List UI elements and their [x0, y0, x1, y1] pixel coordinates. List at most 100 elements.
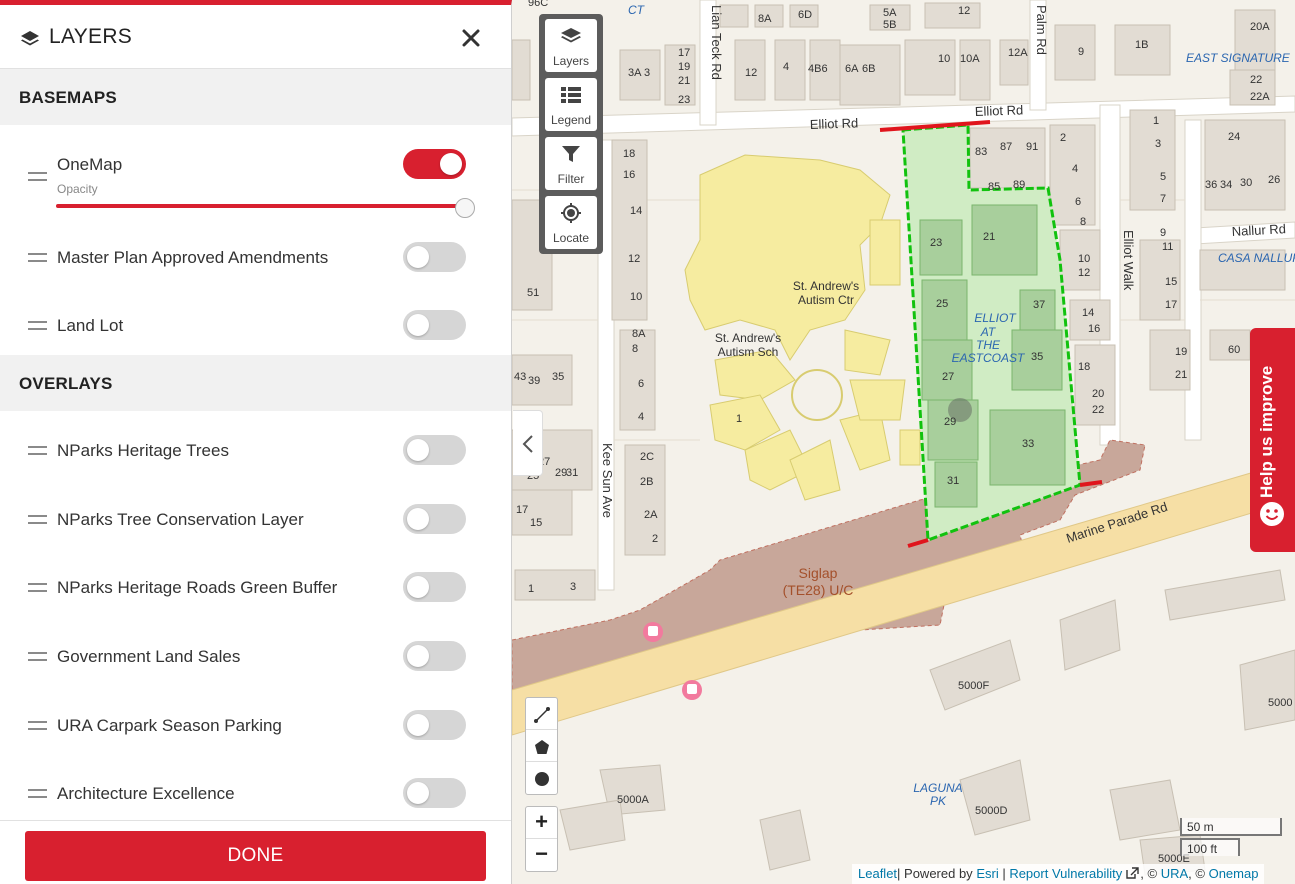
collapse-panel-button[interactable]: [513, 410, 543, 476]
panel-title: LAYERS: [49, 25, 133, 48]
drag-handle-icon[interactable]: [28, 652, 47, 661]
svg-text:6B: 6B: [862, 63, 875, 75]
filter-tool-button[interactable]: Filter: [545, 137, 597, 190]
svg-text:23: 23: [930, 237, 942, 249]
svg-text:8: 8: [1080, 216, 1086, 228]
basemap-row-master-plan: Master Plan Approved Amendments: [0, 227, 511, 287]
drag-handle-icon[interactable]: [28, 721, 47, 730]
zoom-out-button[interactable]: −: [526, 839, 557, 871]
attribution-text: | Powered by: [897, 866, 977, 881]
overlay-row-heritage-roads: NParks Heritage Roads Green Buffer: [0, 557, 511, 617]
attribution-separator: , ©: [1188, 866, 1209, 881]
drag-handle-icon[interactable]: [28, 515, 47, 524]
svg-text:12: 12: [1078, 267, 1090, 279]
svg-text:14: 14: [630, 205, 642, 217]
external-link-icon: [1126, 867, 1139, 879]
onemap-link[interactable]: Onemap: [1209, 866, 1259, 881]
svg-text:3: 3: [570, 581, 576, 593]
toggle-arch-excellence[interactable]: [403, 778, 466, 808]
svg-text:8: 8: [632, 343, 638, 355]
layer-label: OneMap: [57, 155, 123, 174]
station-label: (TE28) U/C: [783, 582, 854, 598]
scale-metric: 50 m: [1180, 818, 1282, 836]
poi-label: LAGUNA: [913, 781, 962, 795]
svg-text:27: 27: [942, 371, 954, 383]
opacity-slider-handle[interactable]: [455, 198, 475, 218]
toggle-land-lot[interactable]: [403, 310, 466, 340]
toggle-carpark[interactable]: [403, 710, 466, 740]
leaflet-link[interactable]: Leaflet: [858, 866, 897, 881]
drag-handle-icon[interactable]: [28, 789, 47, 798]
locate-tool-button[interactable]: Locate: [545, 196, 597, 249]
drag-handle-icon[interactable]: [28, 446, 47, 455]
locate-tool-label: Locate: [552, 231, 590, 245]
basemap-canvas[interactable]: Elliot Rd Elliot Rd Palm Rd Lian Teck Rd…: [512, 0, 1295, 884]
zoom-in-button[interactable]: +: [526, 807, 557, 839]
esri-link[interactable]: Esri: [976, 866, 998, 881]
svg-text:17: 17: [1165, 299, 1177, 311]
svg-text:11: 11: [1162, 241, 1173, 253]
scale-imperial: 100 ft: [1180, 838, 1240, 856]
filter-icon: [562, 146, 580, 162]
draw-polygon-button[interactable]: [526, 730, 557, 762]
building-label: 5000D: [975, 805, 1007, 817]
svg-text:85: 85: [988, 181, 1000, 193]
drag-handle-icon[interactable]: [28, 253, 47, 262]
svg-text:22A: 22A: [1250, 91, 1270, 103]
svg-text:16: 16: [623, 169, 635, 181]
svg-text:34: 34: [1220, 179, 1232, 191]
svg-text:20: 20: [1092, 388, 1104, 400]
drag-handle-icon[interactable]: [28, 583, 47, 592]
svg-text:8A: 8A: [632, 328, 646, 340]
svg-text:22: 22: [1250, 74, 1262, 86]
filter-tool-label: Filter: [557, 172, 585, 186]
toggle-master-plan[interactable]: [403, 242, 466, 272]
svg-text:2: 2: [652, 533, 658, 545]
poi-label: PK: [930, 794, 947, 808]
draw-circle-button[interactable]: [526, 762, 557, 794]
toggle-heritage-trees[interactable]: [403, 435, 466, 465]
map-view[interactable]: Elliot Rd Elliot Rd Palm Rd Lian Teck Rd…: [512, 0, 1295, 884]
svg-text:3: 3: [1155, 138, 1161, 150]
ura-link[interactable]: URA: [1161, 866, 1188, 881]
opacity-slider[interactable]: [56, 204, 466, 208]
scale-bar: 50 m 100 ft: [1180, 818, 1284, 858]
layers-panel: LAYERS BASEMAPS OneMap Opacity Master Pl…: [0, 0, 512, 884]
svg-text:35: 35: [1031, 351, 1043, 363]
svg-text:19: 19: [1175, 346, 1187, 358]
close-icon[interactable]: [459, 26, 483, 50]
svg-text:2B: 2B: [640, 476, 653, 488]
layers-icon: [561, 28, 581, 43]
street-label: Kee Sun Ave: [600, 443, 615, 518]
smiley-icon: [1260, 502, 1284, 526]
toggle-tree-conservation[interactable]: [403, 504, 466, 534]
overlay-row-heritage-trees: NParks Heritage Trees: [0, 420, 511, 480]
svg-text:15: 15: [1165, 276, 1177, 288]
legend-tool-button[interactable]: Legend: [545, 78, 597, 131]
toggle-heritage-roads[interactable]: [403, 572, 466, 602]
svg-text:60: 60: [1228, 344, 1240, 356]
svg-text:3A: 3A: [628, 67, 642, 79]
drag-handle-icon[interactable]: [28, 172, 47, 181]
svg-text:7: 7: [1160, 193, 1166, 205]
layers-tool-button[interactable]: Layers: [545, 19, 597, 72]
toggle-onemap[interactable]: [403, 149, 466, 179]
poi-label: Autism Ctr: [798, 293, 854, 307]
svg-text:39: 39: [528, 375, 540, 387]
svg-text:18: 18: [1078, 361, 1090, 373]
svg-text:10: 10: [630, 291, 642, 303]
basemaps-heading: BASEMAPS: [0, 69, 511, 125]
drag-handle-icon[interactable]: [28, 321, 47, 330]
svg-text:37: 37: [1033, 299, 1045, 311]
layer-label: Land Lot: [57, 316, 124, 335]
street-label: Elliot Rd: [975, 102, 1024, 119]
help-us-improve-button[interactable]: Help us improve: [1250, 328, 1295, 552]
done-button[interactable]: DONE: [25, 831, 486, 881]
layers-icon: [21, 31, 39, 46]
toggle-gov-land-sales[interactable]: [403, 641, 466, 671]
draw-line-button[interactable]: [526, 698, 557, 730]
locate-icon: [561, 203, 581, 223]
polygon-icon: [535, 740, 549, 754]
report-vulnerability-link[interactable]: Report Vulnerability: [1009, 866, 1122, 881]
svg-text:4: 4: [1072, 163, 1078, 175]
